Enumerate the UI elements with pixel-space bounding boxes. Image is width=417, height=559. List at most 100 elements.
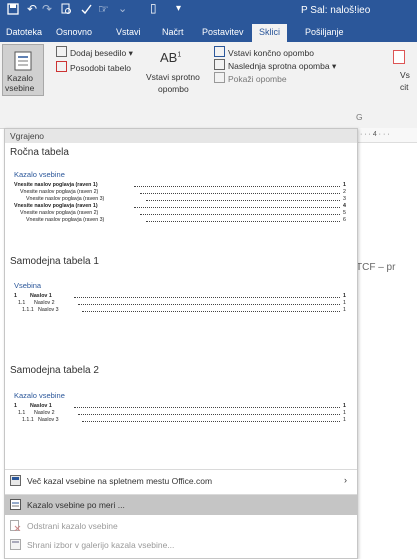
more-toc-office-item[interactable]: Več kazal vsebine na spletnem mestu Offi… xyxy=(5,471,357,491)
ruler: · · · 4 · · · xyxy=(356,128,417,143)
toc-preview-line: 1 Naslov 1 1 xyxy=(14,293,346,299)
toc-preview-text: Naslov 3 xyxy=(38,417,59,423)
toc-preview-page: 3 xyxy=(343,196,346,202)
toc-preview-page: 1 xyxy=(343,293,346,299)
ribbon-tabs: Datoteka Osnovno Vstavi Načrt Postavitev… xyxy=(0,22,417,42)
document-title: P Sal: naloš!ieo xyxy=(301,5,371,16)
toc-preview-number: 1.1.1 xyxy=(22,307,34,313)
toc-preview-page: 1 xyxy=(343,410,346,416)
footnote-icon: AB1 xyxy=(160,50,182,65)
toc-preview-line: Vnesite naslov poglavja (raven 3) 6 xyxy=(26,217,346,223)
separator xyxy=(5,469,357,470)
citation-label-2: cit xyxy=(400,82,409,92)
citation-label[interactable]: Vs xyxy=(400,70,410,80)
ribbon: Kazalo vsebine Dodaj besedilo ▾ Posodobi… xyxy=(0,42,417,129)
toc-preview-text: Vnesite naslov poglavja (raven 2) xyxy=(20,189,99,195)
document-text: TCF – pr xyxy=(356,262,396,273)
group-marker: G xyxy=(356,112,363,122)
toc-preview-line: Vnesite naslov poglavja (raven 3) 3 xyxy=(26,196,346,202)
toc-leader xyxy=(82,421,340,422)
toc-preview-page: 1 xyxy=(343,417,346,423)
toc-leader xyxy=(140,214,340,215)
automatic-table-1-title: Samodejna tabela 1 xyxy=(10,256,99,267)
update-table-button[interactable]: Posodobi tabelo xyxy=(56,61,131,73)
automatic-table-2-option[interactable]: Kazalo vsebine 1 Naslov 1 1 1.1 Naslov 2 1 1.1… xyxy=(10,385,351,443)
custom-toc-icon xyxy=(10,499,21,510)
toc-preview-text: Vnesite naslov poglavja (raven 1) xyxy=(14,182,98,188)
toc-leader xyxy=(78,304,340,305)
toc-preview-page: 4 xyxy=(343,203,346,209)
toc-leader xyxy=(78,414,340,415)
add-text-button[interactable]: Dodaj besedilo ▾ xyxy=(56,46,133,59)
toc-preview-text: Vnesite naslov poglavja (raven 1) xyxy=(14,203,98,209)
touch-mode-icon[interactable]: ☞ xyxy=(98,2,109,16)
toc-preview-text: Vnesite naslov poglavja (raven 3) xyxy=(26,217,105,223)
tab-references[interactable]: Sklici xyxy=(252,24,288,42)
tab-insert[interactable]: Vstavi xyxy=(116,27,141,37)
toc-preview-text: Naslov 2 xyxy=(34,300,55,306)
manual-table-title: Ročna tabela xyxy=(10,147,69,158)
toc-preview-text: Naslov 3 xyxy=(38,307,59,313)
toc-button-label: Kazalo xyxy=(7,73,33,83)
toc-preview-line: 1.1 Naslov 2 1 xyxy=(18,300,346,306)
save-icon[interactable] xyxy=(7,3,19,18)
save-selection-icon xyxy=(10,539,21,550)
toc-preview-line: Vnesite naslov poglavja (raven 2) 5 xyxy=(20,210,346,216)
next-footnote-button[interactable]: Naslednja sprotna opomba ▾ xyxy=(214,59,336,72)
submenu-arrow-icon: › xyxy=(344,475,347,485)
spell-check-icon[interactable] xyxy=(80,3,92,18)
toc-preview-number: 1.1.1 xyxy=(22,417,34,423)
tab-home[interactable]: Osnovno xyxy=(56,27,92,37)
save-selection-item[interactable]: Shrani izbor v galerijo kazala vsebine..… xyxy=(5,535,357,555)
toc-button-label-2: vsebine xyxy=(5,83,35,93)
toc-leader xyxy=(82,311,340,312)
customize-toolbar-icon[interactable]: ⌄ xyxy=(118,2,127,15)
toc-preview-page: 1 xyxy=(343,403,346,409)
toc-preview-line: Vnesite naslov poglavja (raven 2) 2 xyxy=(20,189,346,195)
manual-table-option[interactable]: Kazalo vsebine Vnesite naslov poglavja (… xyxy=(10,165,351,251)
custom-toc-item[interactable]: Kazalo vsebine po meri ... xyxy=(5,495,357,515)
toc-leader xyxy=(74,297,340,298)
office-icon xyxy=(10,475,21,486)
redo-icon[interactable]: ↷ xyxy=(42,2,52,16)
remove-toc-item[interactable]: Odstrani kazalo vsebine xyxy=(5,516,357,536)
tab-design[interactable]: Načrt xyxy=(162,27,184,37)
show-notes-icon xyxy=(214,72,225,83)
toc-preview-page: 1 xyxy=(343,182,346,188)
built-in-header: Vgrajeno xyxy=(5,129,357,143)
update-icon xyxy=(56,61,67,72)
toc-preview-text: Naslov 1 xyxy=(30,293,52,299)
toc-preview-line: 1.1 Naslov 2 1 xyxy=(18,410,346,416)
toc-heading: Vsebina xyxy=(14,281,42,290)
insert-endnote-button[interactable]: Vstavi končno opombo xyxy=(214,46,314,58)
toc-icon xyxy=(14,51,32,71)
tab-file[interactable]: Datoteka xyxy=(6,27,42,37)
add-text-icon xyxy=(56,46,67,57)
title-bar: ↶ ↷ ☞ ⌄ ▯ ▾ P Sal: naloš!ieo xyxy=(0,0,417,22)
toc-heading: Kazalo vsebine xyxy=(14,391,65,400)
remove-toc-icon xyxy=(10,520,21,531)
toc-preview-text: Vnesite naslov poglavja (raven 3) xyxy=(26,196,105,202)
dropdown-arrow-icon[interactable]: ▾ xyxy=(176,3,181,14)
show-notes-button[interactable]: Pokaži opombe xyxy=(214,72,287,84)
toc-leader xyxy=(146,221,340,222)
toc-leader xyxy=(134,186,340,187)
toc-preview-text: Vnesite naslov poglavja (raven 2) xyxy=(20,210,99,216)
tab-layout[interactable]: Postavitev xyxy=(202,27,244,37)
toc-preview-line: Vnesite naslov poglavja (raven 1) 4 xyxy=(14,203,346,209)
toc-preview-line: 1 Naslov 1 1 xyxy=(14,403,346,409)
toc-button[interactable]: Kazalo vsebine xyxy=(2,44,44,96)
toc-preview-number: 1 xyxy=(14,293,17,299)
automatic-table-2-title: Samodejna tabela 2 xyxy=(10,365,99,376)
print-preview-icon[interactable] xyxy=(60,3,72,18)
toc-preview-page: 2 xyxy=(343,189,346,195)
next-footnote-icon xyxy=(214,59,225,70)
automatic-table-1-option[interactable]: Vsebina 1 Naslov 1 1 1.1 Naslov 2 1 1.1.1 Naslo… xyxy=(10,275,351,333)
toc-preview-text: Naslov 1 xyxy=(30,403,52,409)
toc-leader xyxy=(134,207,340,208)
document-icon: ▯ xyxy=(150,1,157,15)
undo-icon[interactable]: ↶ xyxy=(27,2,37,16)
insert-footnote-button[interactable]: Vstavi sprotno xyxy=(146,72,200,82)
tab-mailings[interactable]: Pošiljanje xyxy=(305,27,344,37)
toc-leader xyxy=(140,193,340,194)
